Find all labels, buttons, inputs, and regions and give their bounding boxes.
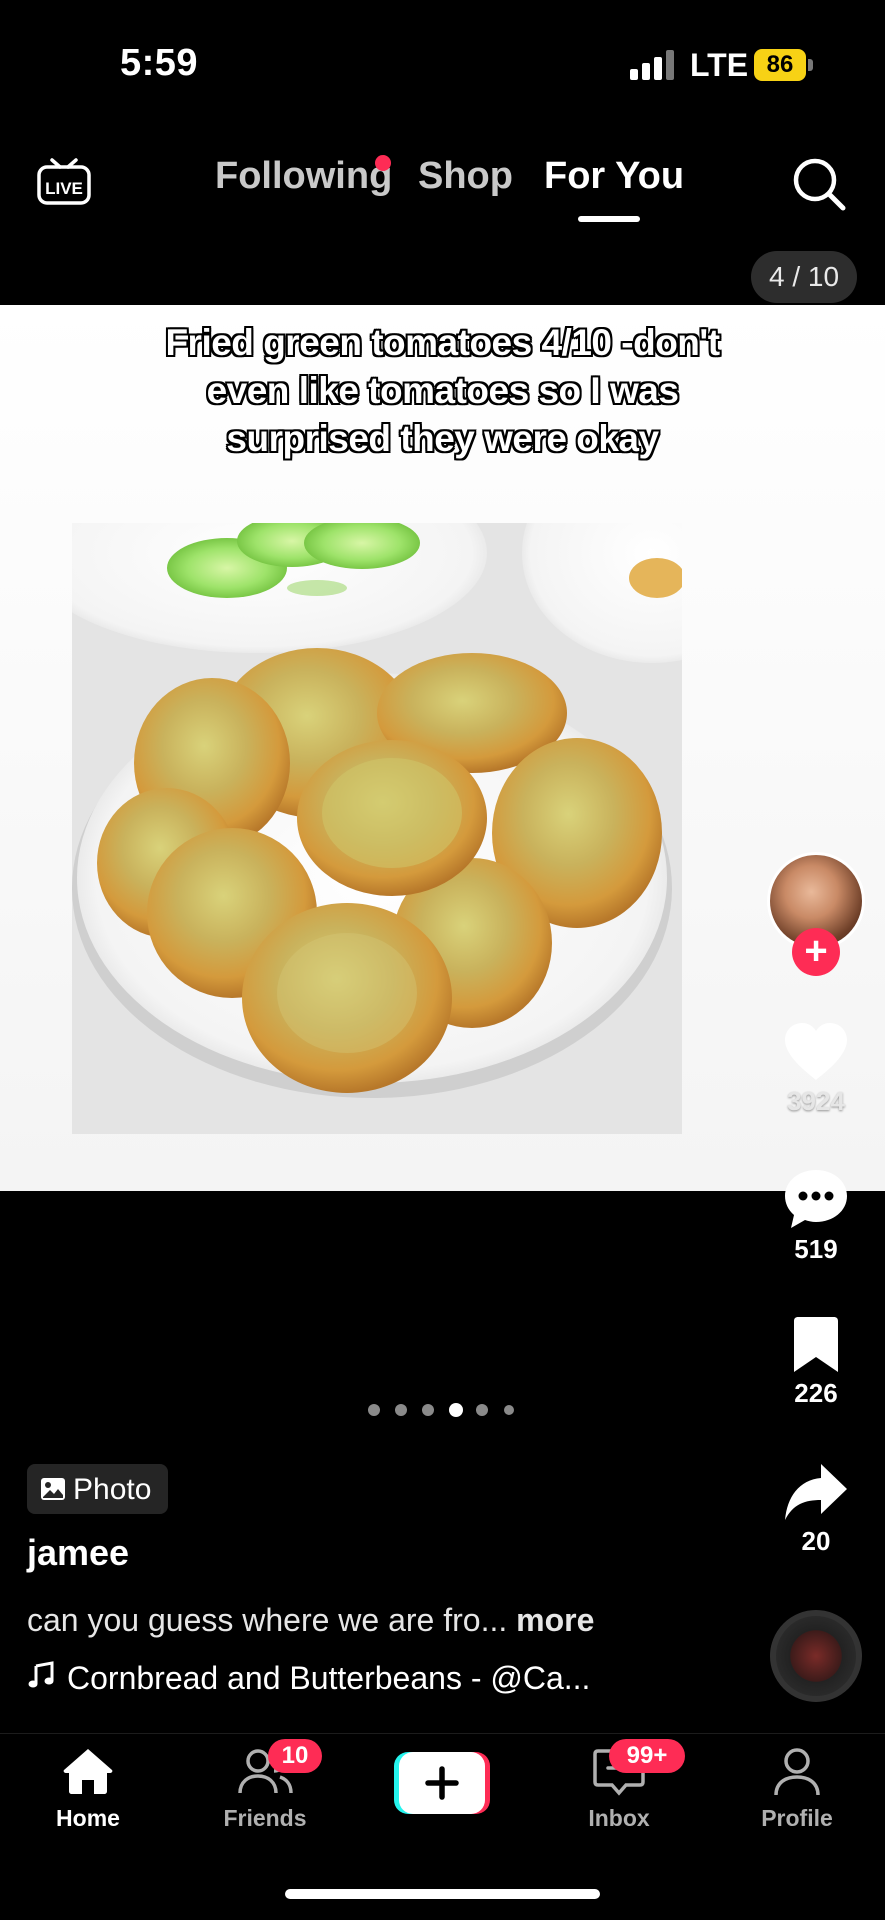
share-button[interactable]: 20 xyxy=(776,1462,856,1557)
tab-for-you[interactable]: For You xyxy=(544,155,684,198)
tab-following[interactable]: Following xyxy=(215,155,392,198)
post-content[interactable]: Fried green tomatoes 4/10 -don't even li… xyxy=(0,305,885,1191)
create-button[interactable] xyxy=(394,1752,490,1814)
comment-count: 519 xyxy=(794,1234,838,1264)
status-time: 5:59 xyxy=(120,42,199,84)
sound-title: Cornbread and Butterbeans - @Ca... xyxy=(67,1660,591,1696)
more-link[interactable]: more xyxy=(516,1602,594,1638)
pagination-dot xyxy=(476,1404,488,1416)
share-count: 20 xyxy=(801,1526,831,1556)
like-button[interactable]: 3924 xyxy=(776,1022,856,1117)
battery-level: 86 xyxy=(754,49,806,81)
pagination-dot xyxy=(395,1404,407,1416)
home-icon xyxy=(63,1749,113,1794)
network-type: LTE xyxy=(690,47,749,83)
like-count: 3924 xyxy=(787,1086,845,1116)
battery-icon xyxy=(808,59,813,71)
home-indicator[interactable] xyxy=(285,1889,600,1899)
fried-green-tomatoes-photo xyxy=(72,523,682,1134)
signal-strength-icon xyxy=(630,50,674,80)
share-arrow-icon xyxy=(785,1464,847,1520)
top-tabs: Following Shop For You xyxy=(0,155,885,225)
status-bar: 5:59 LTE 86 xyxy=(0,0,885,130)
pagination-dot-active xyxy=(449,1403,463,1417)
nav-inbox-label: Inbox xyxy=(588,1805,650,1831)
tab-shop[interactable]: Shop xyxy=(418,155,513,198)
post-description[interactable]: can you guess where we are fro... more xyxy=(27,1602,594,1639)
pagination-dot xyxy=(504,1405,514,1415)
sound-row[interactable]: Cornbread and Butterbeans - @Ca... xyxy=(27,1660,590,1697)
profile-icon xyxy=(774,1748,820,1796)
nav-friends-label: Friends xyxy=(223,1805,307,1831)
inbox-badge: 99+ xyxy=(609,1739,685,1773)
photo-icon xyxy=(41,1478,65,1500)
active-tab-indicator xyxy=(578,216,640,222)
bookmark-icon xyxy=(794,1317,838,1372)
save-button[interactable]: 226 xyxy=(776,1316,856,1409)
nav-profile-label: Profile xyxy=(761,1805,833,1831)
pagination-dot xyxy=(368,1404,380,1416)
nav-home-label: Home xyxy=(56,1805,120,1831)
following-notification-dot xyxy=(375,155,391,171)
nav-home[interactable]: Home xyxy=(13,1734,163,1864)
photo-badge-label: Photo xyxy=(73,1473,152,1506)
description-text: can you guess where we are fro... xyxy=(27,1602,508,1638)
photo-type-badge: Photo xyxy=(27,1464,168,1514)
heart-icon xyxy=(785,1023,847,1080)
nav-profile[interactable]: Profile xyxy=(722,1734,872,1864)
post-username[interactable]: jamee xyxy=(27,1532,129,1574)
follow-plus-icon[interactable]: + xyxy=(792,928,840,976)
pagination-dot xyxy=(422,1404,434,1416)
slide-counter: 4 / 10 xyxy=(751,251,857,303)
save-count: 226 xyxy=(794,1378,838,1408)
search-icon[interactable] xyxy=(790,155,848,213)
create-plus-icon xyxy=(394,1752,490,1814)
post-caption: Fried green tomatoes 4/10 -don't even li… xyxy=(165,322,720,459)
comment-icon xyxy=(785,1170,847,1228)
sound-disc-icon[interactable] xyxy=(770,1610,862,1702)
music-note-icon xyxy=(27,1660,59,1697)
friends-badge: 10 xyxy=(268,1739,322,1773)
comment-button[interactable]: 519 xyxy=(776,1168,856,1265)
